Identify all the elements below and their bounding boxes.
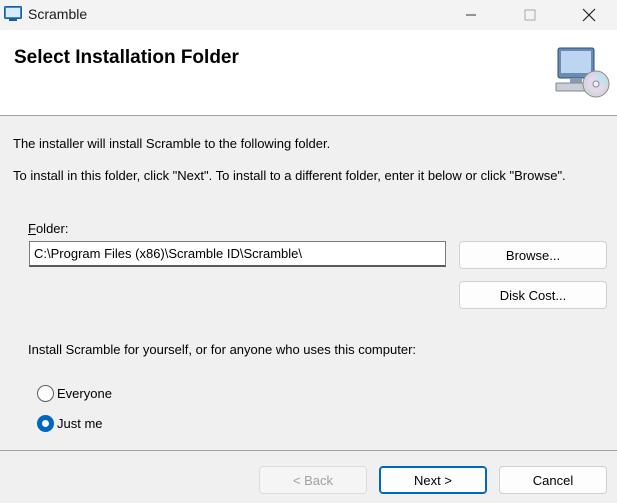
computer-cd-icon <box>555 47 610 98</box>
window-title: Scramble <box>28 6 88 22</box>
radio-just-me-label: Just me <box>57 416 103 431</box>
title-bar: Scramble <box>0 0 617 30</box>
back-button[interactable]: < Back <box>259 466 367 494</box>
radio-just-me-circle[interactable] <box>37 415 54 432</box>
wizard-header: Select Installation Folder <box>0 30 617 116</box>
disk-cost-button[interactable]: Disk Cost... <box>459 281 607 309</box>
installer-icon <box>4 6 22 21</box>
instructions-text: To install in this folder, click "Next".… <box>13 168 566 183</box>
minimize-button[interactable] <box>448 0 494 30</box>
minimize-icon <box>466 14 476 16</box>
folder-label: Folder: <box>28 221 68 236</box>
intro-text: The installer will install Scramble to t… <box>13 136 331 151</box>
folder-label-text: older: <box>35 221 69 236</box>
folder-label-mnemonic: F <box>28 221 36 236</box>
next-button[interactable]: Next > <box>379 466 487 494</box>
close-icon <box>582 8 596 22</box>
maximize-button[interactable] <box>507 0 553 30</box>
cancel-button[interactable]: Cancel <box>499 466 607 494</box>
radio-everyone-circle[interactable] <box>37 385 54 402</box>
browse-button[interactable]: Browse... <box>459 241 607 269</box>
close-button[interactable] <box>566 0 612 30</box>
radio-everyone[interactable]: Everyone <box>37 385 112 402</box>
maximize-icon <box>524 9 536 21</box>
footer-divider <box>0 450 617 451</box>
install-scope-prompt: Install Scramble for yourself, or for an… <box>28 342 417 357</box>
radio-just-me[interactable]: Just me <box>37 415 103 432</box>
folder-path-input[interactable] <box>29 241 446 267</box>
radio-everyone-label: Everyone <box>57 386 112 401</box>
page-title: Select Installation Folder <box>14 47 239 68</box>
